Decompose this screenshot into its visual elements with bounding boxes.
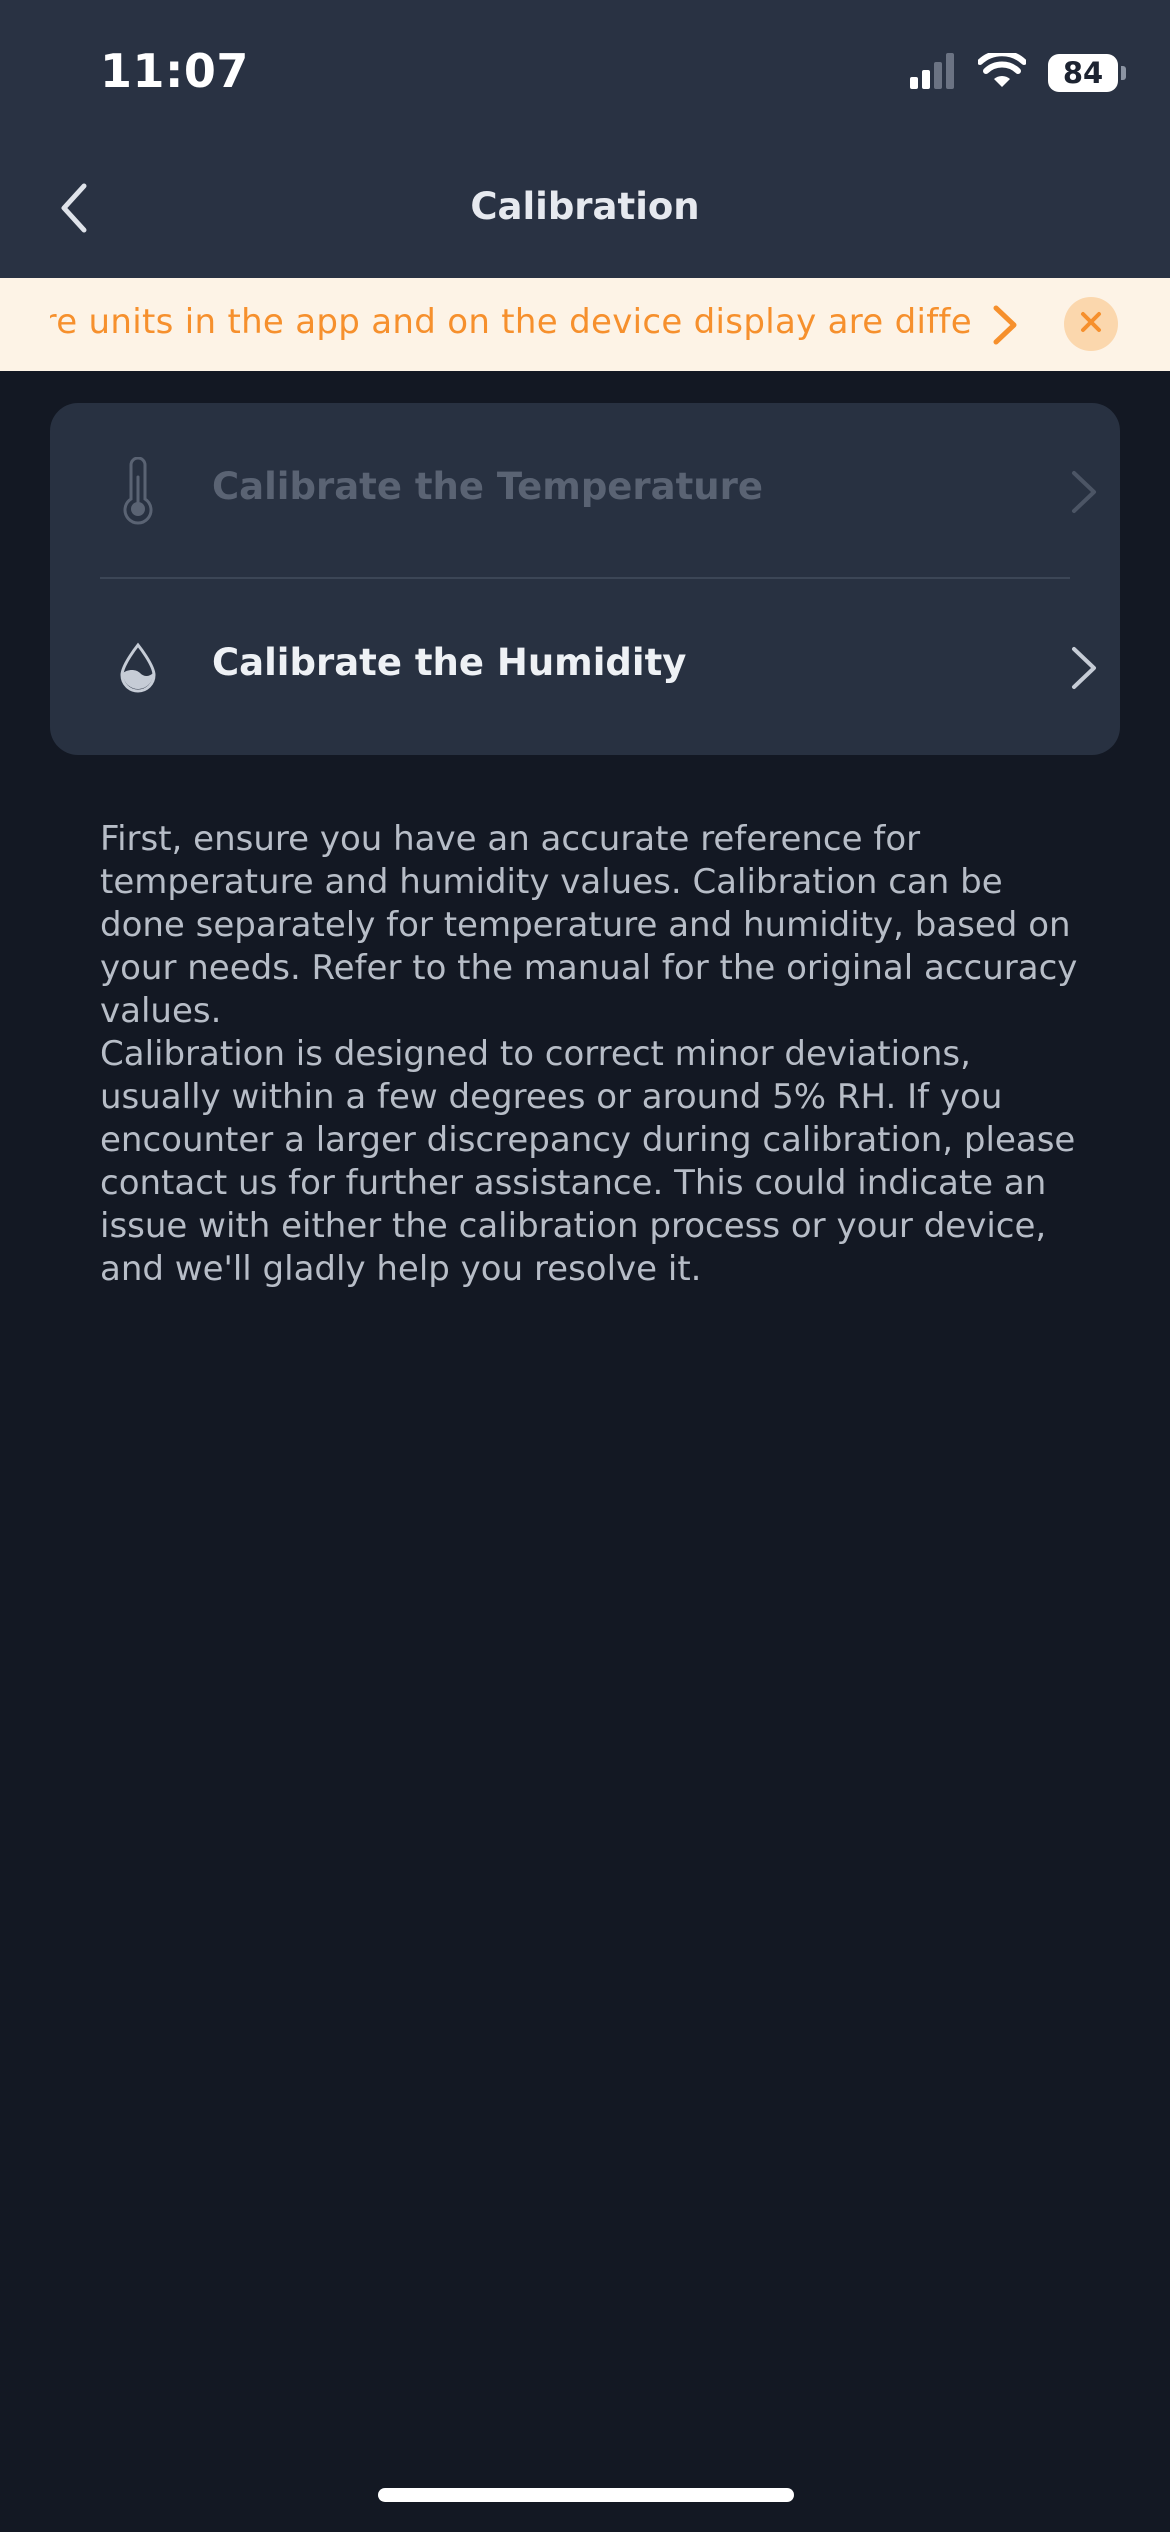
notice-marquee: ture units in the app and on the device …: [50, 278, 972, 371]
description-paragraph: Calibration is designed to correct minor…: [100, 1034, 1076, 1289]
status-indicators: 84: [910, 50, 1126, 96]
chevron-right-icon[interactable]: [986, 302, 1026, 348]
description-paragraph: First, ensure you have an accurate refer…: [100, 819, 1078, 1031]
cellular-signal-icon: [910, 53, 956, 93]
thermometer-icon: [114, 456, 162, 525]
battery-icon: 84: [1048, 54, 1126, 92]
notice-close-button[interactable]: [1064, 297, 1118, 351]
battery-level: 84: [1062, 56, 1104, 90]
close-icon: [1079, 310, 1103, 338]
page-title: Calibration: [470, 185, 700, 228]
calibration-description: First, ensure you have an accurate refer…: [100, 818, 1090, 1291]
notice-banner[interactable]: ture units in the app and on the device …: [0, 278, 1170, 371]
calibrate-temperature-row[interactable]: Calibrate the Temperature: [50, 403, 1120, 579]
calibrate-humidity-row[interactable]: Calibrate the Humidity: [50, 579, 1120, 755]
wifi-icon: [977, 50, 1027, 93]
home-indicator[interactable]: [378, 2488, 794, 2502]
calibrate-temperature-label: Calibrate the Temperature: [212, 465, 763, 508]
chevron-right-icon: [1066, 467, 1102, 517]
calibrate-humidity-label: Calibrate the Humidity: [212, 641, 687, 684]
top-bar: 11:07 84 Calibration: [0, 0, 1170, 278]
humidity-drop-icon: [114, 633, 162, 701]
calibration-options-card: Calibrate the Temperature Calibrate the …: [50, 403, 1120, 755]
battery-tip: [1121, 66, 1126, 80]
chevron-right-icon: [1066, 643, 1102, 693]
status-time: 11:07: [100, 44, 249, 98]
notice-text: ture units in the app and on the device …: [50, 302, 972, 342]
